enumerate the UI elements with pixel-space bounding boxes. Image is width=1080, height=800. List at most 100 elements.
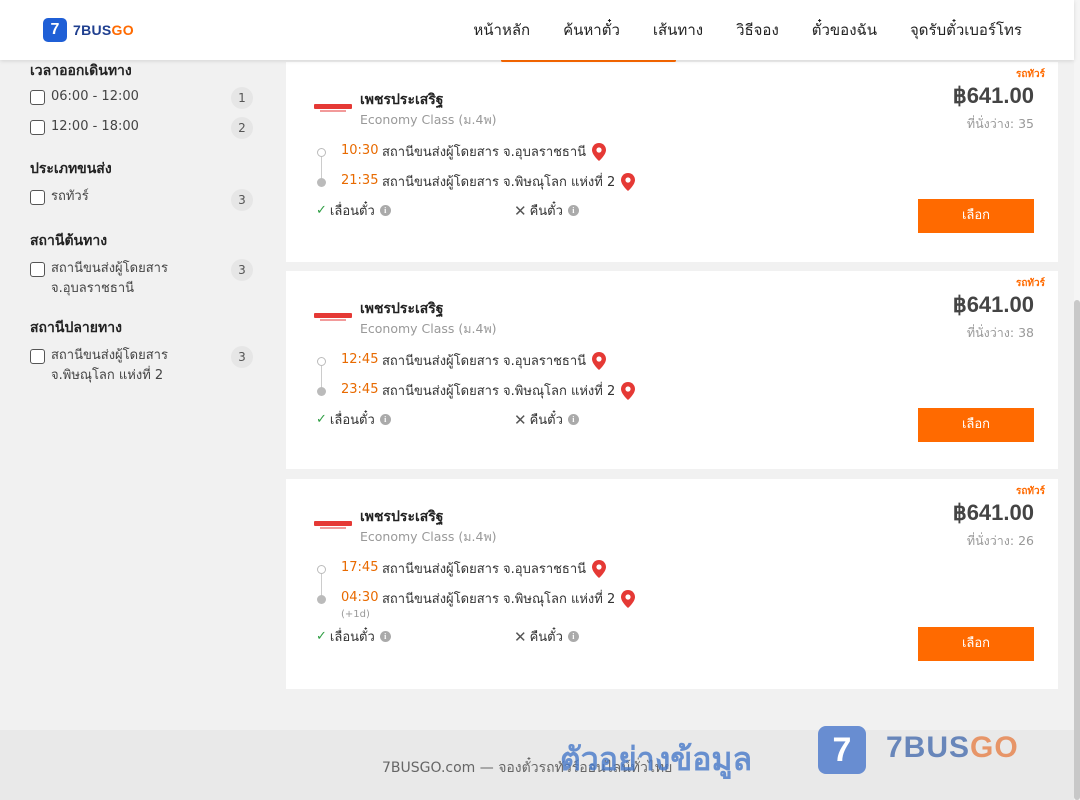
depart-station-label: สถานีขนส่งผู้โดยสาร จ.อุบลราชธานี	[382, 145, 587, 160]
depart-time: 10:30	[341, 143, 379, 158]
bus-type-tag: รถทัวร์	[1015, 69, 1045, 80]
nav-home[interactable]: หน้าหลัก	[473, 18, 530, 42]
filter-option[interactable]: 12:00 - 18:00 2	[30, 117, 255, 139]
check-icon: ✓	[316, 203, 327, 218]
reschedule-feature[interactable]: ✓ เลื่อนตั๋ว i	[316, 409, 391, 430]
scrollbar-thumb[interactable]	[1074, 300, 1080, 800]
top-header: 7 7BUSGO หน้าหลัก ค้นหาตั๋ว เส้นทาง วิธี…	[0, 0, 1074, 60]
route-line	[321, 572, 322, 596]
checkbox[interactable]	[30, 262, 45, 277]
trip-card: รถทัวร์ เพชรประเสริฐ Economy Class (ม.4พ…	[286, 271, 1058, 469]
depart-dot	[317, 148, 326, 157]
filter-option[interactable]: 06:00 - 12:00 1	[30, 87, 255, 109]
depart-station[interactable]: สถานีขนส่งผู้โดยสาร จ.อุบลราชธานี	[382, 141, 607, 162]
watermark-brand: 7BUSGO	[886, 731, 1019, 765]
map-pin-icon[interactable]	[621, 589, 636, 608]
arrive-station-label: สถานีขนส่งผู้โดยสาร จ.พิษณุโลก แห่งที่ 2	[382, 175, 616, 190]
seat-class: Economy Class (ม.4พ)	[360, 529, 497, 544]
info-icon[interactable]: i	[567, 414, 579, 425]
operator-logo-icon	[314, 311, 352, 321]
depart-time: 17:45	[341, 560, 379, 575]
arrive-station[interactable]: สถานีขนส่งผู้โดยสาร จ.พิษณุโลก แห่งที่ 2	[382, 171, 636, 192]
refund-feature[interactable]: ✕ คืนตั๋ว i	[514, 409, 579, 430]
logo-text: 7BUSGO	[73, 22, 134, 38]
map-pin-icon[interactable]	[621, 172, 636, 191]
refund-feature[interactable]: ✕ คืนตั๋ว i	[514, 626, 579, 647]
info-icon[interactable]: i	[567, 205, 579, 216]
filter-option-label: 12:00 - 18:00	[51, 119, 139, 134]
operator-name: เพชรประเสริฐ	[360, 92, 444, 108]
count-badge: 1	[231, 87, 253, 109]
logo-badge: 7	[43, 18, 67, 42]
nav-how-to-book[interactable]: วิธีจอง	[736, 18, 779, 42]
depart-time: 12:45	[341, 352, 379, 367]
reschedule-feature[interactable]: ✓ เลื่อนตั๋ว i	[316, 200, 391, 221]
filter-option[interactable]: รถทัวร์ 3	[30, 189, 255, 211]
reschedule-feature[interactable]: ✓ เลื่อนตั๋ว i	[316, 626, 391, 647]
filter-option-label: สถานีขนส่งผู้โดยสาร จ.อุบลราชธานี	[51, 259, 168, 299]
watermark-text: ตัวอย่างข้อมูล	[560, 740, 753, 778]
arrive-station-label: สถานีขนส่งผู้โดยสาร จ.พิษณุโลก แห่งที่ 2	[382, 384, 616, 399]
footer: 7BUSGO.com — จองตั๋วรถทัวร์ออนไลน์ทั่วไท…	[0, 726, 1074, 800]
count-badge: 2	[231, 117, 253, 139]
info-icon[interactable]: i	[379, 414, 391, 425]
map-pin-icon[interactable]	[592, 142, 607, 161]
arrive-time: 21:35	[341, 173, 379, 188]
map-pin-icon[interactable]	[592, 559, 607, 578]
filter-departure-time: เวลาออกเดินทาง 06:00 - 12:00 1 12:00 - 1…	[30, 60, 255, 139]
map-pin-icon[interactable]	[621, 381, 636, 400]
reschedule-label: เลื่อนตั๋ว	[329, 630, 375, 645]
depart-dot	[317, 565, 326, 574]
info-icon[interactable]: i	[379, 205, 391, 216]
count-badge: 3	[231, 346, 253, 368]
count-badge: 3	[231, 189, 253, 211]
refund-label: คืนตั๋ว	[529, 413, 563, 428]
arrive-time: 04:30	[341, 590, 379, 605]
select-trip-button[interactable]: เลือก	[918, 627, 1034, 661]
logo-text-main: 7BUS	[73, 22, 112, 38]
filter-option-label-line2: จ.อุบลราชธานี	[51, 281, 135, 296]
logo-text-accent: GO	[111, 22, 134, 38]
info-icon[interactable]: i	[567, 631, 579, 642]
watermark-brand-accent: GO	[970, 731, 1019, 764]
depart-station-label: สถานีขนส่งผู้โดยสาร จ.อุบลราชธานี	[382, 354, 587, 369]
nav-search-tickets[interactable]: ค้นหาตั๋ว	[563, 18, 620, 42]
info-icon[interactable]: i	[379, 631, 391, 642]
checkbox[interactable]	[30, 120, 45, 135]
cross-icon: ✕	[514, 627, 527, 646]
ticket-price: ฿641.00	[952, 83, 1034, 108]
refund-feature[interactable]: ✕ คืนตั๋ว i	[514, 200, 579, 221]
map-pin-icon[interactable]	[592, 351, 607, 370]
next-day-indicator: (+1d)	[341, 609, 370, 620]
depart-station[interactable]: สถานีขนส่งผู้โดยสาร จ.อุบลราชธานี	[382, 558, 607, 579]
filter-title: สถานีปลายทาง	[30, 320, 122, 336]
select-trip-button[interactable]: เลือก	[918, 408, 1034, 442]
filter-origin: สถานีต้นทาง สถานีขนส่งผู้โดยสาร จ.อุบลรา…	[30, 230, 255, 296]
filter-option[interactable]: สถานีขนส่งผู้โดยสาร จ.อุบลราชธานี 3	[30, 259, 255, 299]
arrive-station[interactable]: สถานีขนส่งผู้โดยสาร จ.พิษณุโลก แห่งที่ 2	[382, 588, 636, 609]
refund-label: คืนตั๋ว	[529, 630, 563, 645]
check-icon: ✓	[316, 629, 327, 644]
filter-option-label: รถทัวร์	[51, 189, 89, 204]
operator-name: เพชรประเสริฐ	[360, 509, 444, 525]
checkbox[interactable]	[30, 349, 45, 364]
depart-station-label: สถานีขนส่งผู้โดยสาร จ.อุบลราชธานี	[382, 562, 587, 577]
nav-my-tickets[interactable]: ตั๋วของฉัน	[812, 18, 877, 42]
select-trip-button[interactable]: เลือก	[918, 199, 1034, 233]
filter-title: ประเภทขนส่ง	[30, 161, 112, 177]
ticket-price: ฿641.00	[952, 500, 1034, 525]
nav-routes[interactable]: เส้นทาง	[653, 18, 703, 42]
arrive-station[interactable]: สถานีขนส่งผู้โดยสาร จ.พิษณุโลก แห่งที่ 2	[382, 380, 636, 401]
site-logo[interactable]: 7 7BUSGO	[43, 18, 134, 42]
filter-option-label: 06:00 - 12:00	[51, 89, 139, 104]
filter-option-label-line1: สถานีขนส่งผู้โดยสาร	[51, 261, 168, 276]
checkbox[interactable]	[30, 90, 45, 105]
route-line	[321, 155, 322, 179]
operator-name: เพชรประเสริฐ	[360, 301, 444, 317]
filter-option[interactable]: สถานีขนส่งผู้โดยสาร จ.พิษณุโลก แห่งที่ 2…	[30, 346, 255, 386]
depart-station[interactable]: สถานีขนส่งผู้โดยสาร จ.อุบลราชธานี	[382, 350, 607, 371]
nav-pickup-points[interactable]: จุดรับตั๋วเบอร์โทร	[910, 18, 1022, 42]
checkbox[interactable]	[30, 190, 45, 205]
page-scrollbar[interactable]	[1074, 0, 1080, 800]
bus-type-tag: รถทัวร์	[1015, 278, 1045, 289]
